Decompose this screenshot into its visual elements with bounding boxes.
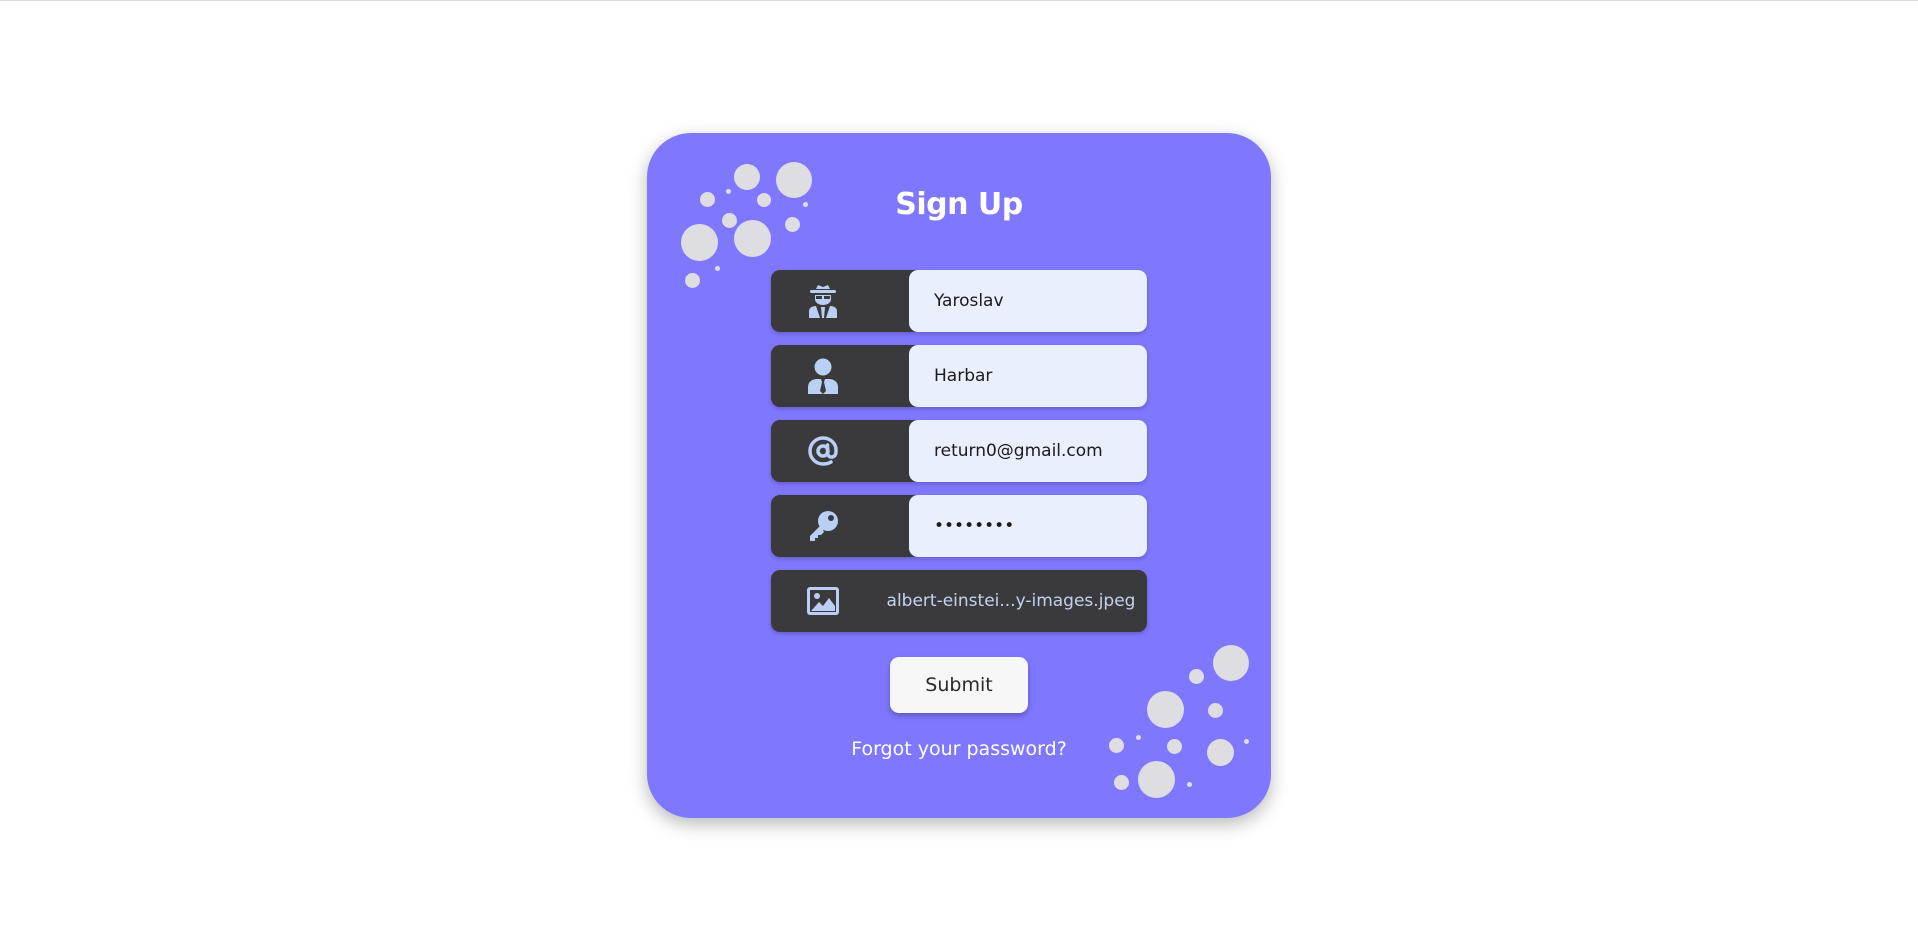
email-row [771,420,1147,482]
submit-button[interactable]: Submit [890,657,1028,713]
bubble [715,266,720,271]
last-name-input[interactable] [909,345,1147,407]
key-icon [805,508,841,544]
bubble [1208,703,1223,718]
photo-upload-row[interactable]: albert-einstei...y-images.jpeg [771,570,1147,632]
bubble [1213,645,1249,681]
spy-icon [805,283,841,319]
password-row [771,495,1147,557]
browser-top-border [0,0,1918,1]
bubble [1114,775,1129,790]
at-icon [805,433,841,469]
first-name-input[interactable] [909,270,1147,332]
email-input[interactable] [909,420,1147,482]
bubble [681,224,718,261]
image-icon [805,583,841,619]
bubble [685,273,700,288]
selected-file-name[interactable]: albert-einstei...y-images.jpeg [875,570,1147,632]
bubble [1147,691,1184,728]
bubble [1138,761,1175,798]
forgot-password-link[interactable]: Forgot your password? [647,738,1271,760]
page-title: Sign Up [895,187,1023,222]
bubble [734,220,771,257]
bubble [1187,782,1192,787]
first-name-row [771,270,1147,332]
user-tie-icon [805,358,841,394]
bubble [1189,669,1204,684]
last-name-row [771,345,1147,407]
password-input[interactable] [909,495,1147,557]
signup-card: Sign Up Yaroslav Harbar return0@gmail.co… [647,133,1271,818]
